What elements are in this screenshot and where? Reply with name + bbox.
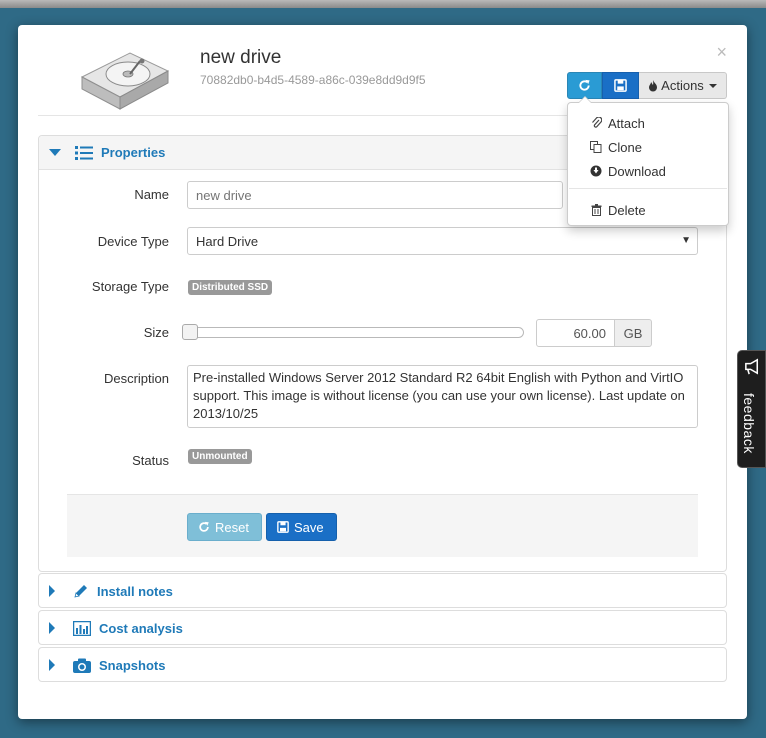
chevron-down-icon xyxy=(708,83,717,88)
cost-analysis-label: Cost analysis xyxy=(99,620,183,636)
caret-right-icon xyxy=(49,585,55,597)
device-type-value: Hard Drive xyxy=(196,234,259,249)
caret-right-icon xyxy=(49,622,55,634)
cost-analysis-panel[interactable]: Cost analysis xyxy=(38,610,727,645)
download-icon xyxy=(590,165,602,177)
copy-icon xyxy=(590,141,602,153)
feedback-tab[interactable]: feedback xyxy=(737,350,766,468)
menu-item-download[interactable]: Download xyxy=(568,160,728,182)
menu-item-label: Download xyxy=(608,163,666,179)
menu-divider xyxy=(569,188,727,189)
menu-item-label: Delete xyxy=(608,202,646,218)
size-input[interactable]: 60.00 xyxy=(536,319,615,347)
device-type-select[interactable]: Hard Drive ▼ xyxy=(187,227,698,255)
form-actions: Reset Save xyxy=(67,494,698,557)
feedback-label: feedback xyxy=(741,393,757,454)
toolbar-button-group: Actions xyxy=(567,72,727,99)
size-slider-handle[interactable] xyxy=(182,324,198,340)
pencil-icon xyxy=(74,585,87,598)
menu-item-label: Clone xyxy=(608,139,642,155)
storage-type-badge: Distributed SSD xyxy=(188,280,273,295)
paperclip-icon xyxy=(590,117,602,129)
snapshots-panel[interactable]: Snapshots xyxy=(38,647,727,682)
refresh-icon xyxy=(579,79,590,91)
menu-item-clone[interactable]: Clone xyxy=(568,136,728,158)
refresh-icon xyxy=(199,521,209,532)
hard-drive-image xyxy=(80,52,170,110)
refresh-button[interactable] xyxy=(567,72,602,99)
cost-analysis-header[interactable]: Cost analysis xyxy=(39,611,726,645)
device-type-label: Device Type xyxy=(97,234,169,249)
actions-label: Actions xyxy=(661,78,704,93)
bar-chart-icon xyxy=(73,620,91,636)
status-badge: Unmounted xyxy=(188,449,252,464)
chevron-down-icon: ▼ xyxy=(681,235,691,246)
save-button[interactable]: Save xyxy=(266,513,337,541)
menu-item-delete[interactable]: Delete xyxy=(568,199,728,221)
actions-menu: Attach Clone Download Delete xyxy=(567,96,729,226)
properties-heading: Properties xyxy=(101,145,166,160)
status-label: Status xyxy=(132,453,169,468)
caret-right-icon xyxy=(49,659,55,671)
reset-button[interactable]: Reset xyxy=(187,513,262,541)
snapshots-label: Snapshots xyxy=(99,657,166,673)
fire-icon xyxy=(649,79,658,91)
name-label: Name xyxy=(134,187,169,202)
save-label: Save xyxy=(294,519,324,535)
trash-icon xyxy=(590,204,602,216)
close-icon[interactable]: × xyxy=(716,43,727,61)
description-textarea[interactable]: Pre-installed Windows Server 2012 Standa… xyxy=(187,365,698,428)
menu-item-attach[interactable]: Attach xyxy=(568,112,728,134)
drive-title: new drive xyxy=(200,47,282,68)
save-icon xyxy=(614,79,627,92)
save-icon-button[interactable] xyxy=(602,72,639,99)
install-notes-header[interactable]: Install notes xyxy=(39,574,726,608)
actions-dropdown-button[interactable]: Actions xyxy=(639,72,727,99)
description-label: Description xyxy=(103,371,169,386)
name-input[interactable] xyxy=(187,181,563,209)
drive-modal: new drive 70882db0-b4d5-4589-a86c-039e8d… xyxy=(18,25,747,719)
snapshots-header[interactable]: Snapshots xyxy=(39,648,726,682)
camera-icon xyxy=(73,658,91,673)
storage-type-label: Storage Type xyxy=(91,279,169,294)
list-icon xyxy=(75,145,93,160)
save-icon xyxy=(277,521,289,533)
drive-uuid: 70882db0-b4d5-4589-a86c-039e8dd9d9f5 xyxy=(200,73,426,87)
install-notes-panel[interactable]: Install notes xyxy=(38,573,727,608)
size-unit-addon: GB xyxy=(614,319,652,347)
browser-top-bar xyxy=(0,0,766,8)
install-notes-label: Install notes xyxy=(97,583,173,599)
size-label: Size xyxy=(143,325,169,340)
caret-down-icon xyxy=(49,149,61,156)
size-slider-track[interactable] xyxy=(182,327,524,338)
menu-item-label: Attach xyxy=(608,115,645,131)
reset-label: Reset xyxy=(215,519,249,535)
megaphone-icon xyxy=(745,358,759,375)
